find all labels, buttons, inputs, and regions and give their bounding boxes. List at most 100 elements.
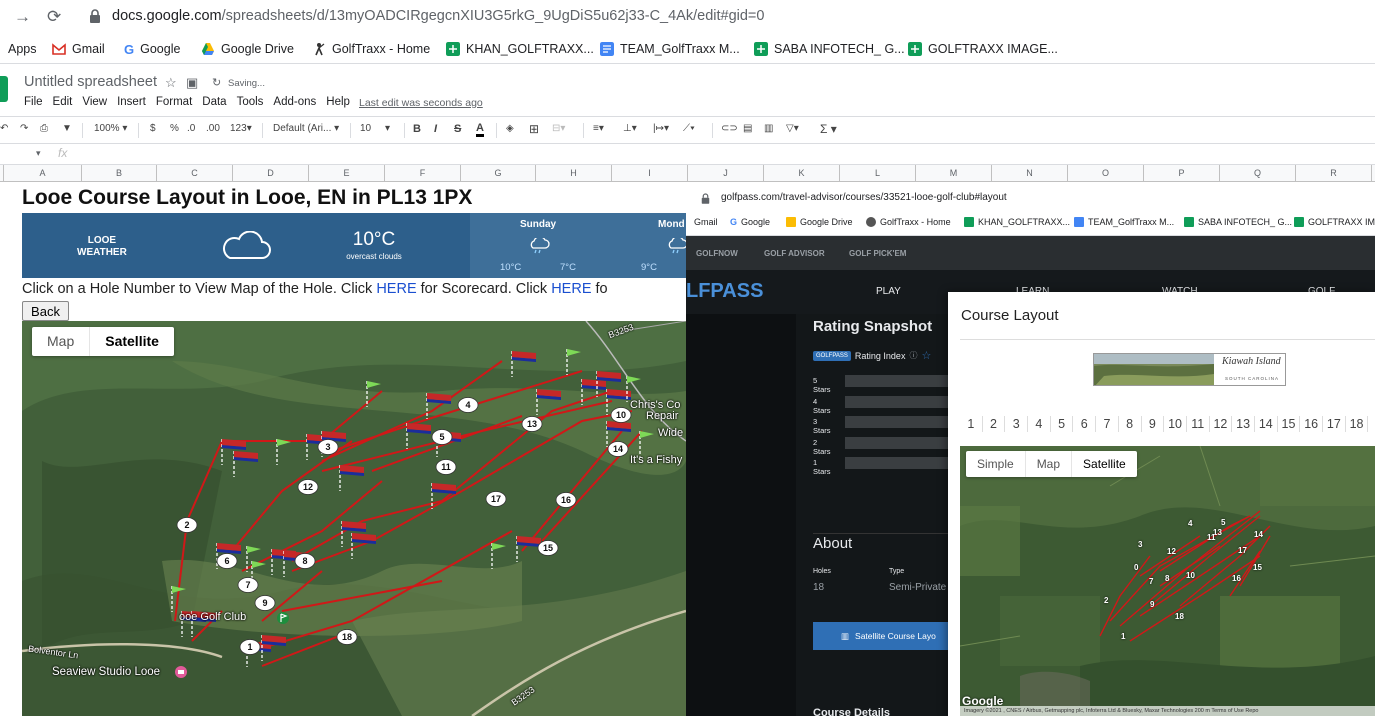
lodging-pin-icon[interactable] — [174, 665, 188, 679]
lock-icon[interactable] — [89, 9, 101, 23]
info-icon[interactable]: ⓘ — [909, 350, 917, 361]
font-size-select[interactable]: 10 ▾ — [360, 123, 390, 134]
popup-hole-number[interactable]: 11 — [1207, 533, 1215, 542]
hole-tab-1[interactable]: 1 — [960, 416, 983, 432]
hole-number-marker[interactable]: 4 — [457, 397, 479, 413]
hole-tab-14[interactable]: 14 — [1255, 416, 1278, 432]
course-map-canvas[interactable]: 123456789101112131415161718 — [22, 321, 686, 716]
insert-comment-icon[interactable]: ▤ — [743, 123, 752, 134]
column-header[interactable]: G — [461, 165, 536, 182]
popup-hole-number[interactable]: 10 — [1186, 571, 1195, 580]
hole-number-marker[interactable]: 17 — [485, 491, 507, 507]
bookmark-google[interactable]: G Google — [124, 40, 180, 58]
gp-bookmark-golftraxx-image[interactable]: GOLFTRAXX IMA — [1294, 217, 1375, 227]
column-header[interactable]: N — [992, 165, 1068, 182]
reload-icon[interactable]: ⟳ — [47, 7, 61, 27]
gp-bookmark-team[interactable]: TEAM_GolfTraxx M... — [1074, 217, 1174, 227]
column-header[interactable]: E — [309, 165, 385, 182]
bookmark-golftraxx-image[interactable]: GOLFTRAXX IMAGE... — [908, 40, 1058, 58]
menu-addons[interactable]: Add-ons — [273, 96, 316, 108]
popup-hole-number[interactable]: 5 — [1221, 518, 1225, 527]
popup-hole-number[interactable]: 12 — [1167, 547, 1176, 556]
insert-chart-icon[interactable]: ▥ — [764, 123, 773, 134]
hole-number-marker[interactable]: 15 — [537, 540, 559, 556]
hole-tab-10[interactable]: 10 — [1164, 416, 1187, 432]
column-header[interactable]: K — [764, 165, 840, 182]
hole-number-marker[interactable]: 5 — [431, 429, 453, 445]
column-header[interactable]: M — [916, 165, 992, 182]
bookmark-gmail[interactable]: Gmail — [52, 40, 105, 58]
popup-hole-number[interactable]: 9 — [1150, 600, 1154, 609]
bookmark-golftraxx-home[interactable]: GolfTraxx - Home — [312, 40, 430, 58]
popup-hole-number[interactable]: 15 — [1253, 563, 1262, 572]
forward-arrow-icon[interactable]: → — [14, 7, 31, 27]
gp-bookmark-saba[interactable]: SABA INFOTECH_ G... — [1184, 217, 1292, 227]
scorecard-link[interactable]: HERE — [376, 281, 416, 297]
hole-tab-17[interactable]: 17 — [1323, 416, 1346, 432]
gp-bookmark-khan[interactable]: KHAN_GOLFTRAXX... — [964, 217, 1070, 227]
hole-tab-16[interactable]: 16 — [1300, 416, 1323, 432]
menu-file[interactable]: File — [24, 96, 43, 108]
hole-number-marker[interactable]: 9 — [254, 595, 276, 611]
hole-number-marker[interactable]: 10 — [610, 407, 632, 423]
hole-number-marker[interactable]: 6 — [216, 553, 238, 569]
insert-link-icon[interactable]: ⊂⊃ — [721, 123, 738, 134]
menu-tools[interactable]: Tools — [237, 96, 264, 108]
move-folder-icon[interactable]: ▣ — [186, 75, 198, 91]
sheets-logo-icon[interactable] — [0, 76, 8, 102]
here-link[interactable]: HERE — [551, 281, 591, 297]
hole-tab-7[interactable]: 7 — [1096, 416, 1119, 432]
popup-hole-number[interactable]: 2 — [1104, 596, 1108, 605]
text-wrap-icon[interactable]: |↦▾ — [653, 123, 669, 134]
paint-format-icon[interactable]: ▼ — [62, 123, 72, 134]
print-icon[interactable]: ⎙ — [40, 123, 48, 134]
zoom-select[interactable]: 100% ▾ — [94, 123, 127, 134]
golfpass-logo[interactable]: LFPASS — [686, 280, 763, 303]
popup-hole-number[interactable]: 8 — [1165, 574, 1169, 583]
font-select[interactable]: Default (Ari... ▾ — [273, 123, 339, 134]
hole-tab-4[interactable]: 4 — [1028, 416, 1051, 432]
simple-view-button[interactable]: Simple — [966, 451, 1025, 477]
column-header[interactable]: D — [233, 165, 309, 182]
golf-pin-icon[interactable] — [276, 611, 290, 625]
strikethrough-icon[interactable]: S — [454, 123, 461, 135]
hole-tab-3[interactable]: 3 — [1005, 416, 1029, 432]
italic-icon[interactable]: I — [434, 123, 437, 135]
column-header[interactable]: O — [1068, 165, 1144, 182]
hole-tab-12[interactable]: 12 — [1210, 416, 1233, 432]
gp-bookmark-gmail[interactable]: Gmail — [694, 217, 718, 227]
popup-hole-number[interactable]: 14 — [1254, 530, 1263, 539]
vertical-align-icon[interactable]: ⊥▾ — [623, 123, 637, 134]
column-header[interactable]: Q — [1220, 165, 1296, 182]
column-header[interactable]: L — [840, 165, 916, 182]
bold-icon[interactable]: B — [413, 123, 421, 135]
hole-number-marker[interactable]: 14 — [607, 441, 629, 457]
column-header[interactable]: J — [688, 165, 764, 182]
satellite-view-button[interactable]: Satellite — [89, 327, 174, 356]
hole-tab-6[interactable]: 6 — [1073, 416, 1097, 432]
popup-hole-number[interactable]: 0 — [1134, 563, 1138, 572]
column-header[interactable]: F — [385, 165, 461, 182]
popup-satellite-map[interactable]: 4 5 13 11 14 3 12 17 0 7 8 10 15 16 2 9 18 1 Simple Map S… — [960, 446, 1375, 716]
satellite-view-button[interactable]: Satellite — [1071, 451, 1137, 477]
popup-hole-number[interactable]: 16 — [1232, 574, 1241, 583]
bookmark-team[interactable]: TEAM_GolfTraxx M... — [600, 40, 740, 58]
hole-tab-11[interactable]: 11 — [1187, 416, 1210, 432]
menu-insert[interactable]: Insert — [117, 96, 146, 108]
merge-cells-icon[interactable]: ⊟▾ — [552, 123, 565, 134]
hole-number-marker[interactable]: 7 — [237, 577, 259, 593]
hole-number-marker[interactable]: 2 — [176, 517, 198, 533]
last-edit-link[interactable]: Last edit was seconds ago — [359, 97, 483, 109]
golfpass-address[interactable]: golfpass.com/travel-advisor/courses/3352… — [721, 192, 1007, 203]
hole-number-marker[interactable]: 1 — [239, 639, 261, 655]
column-header[interactable]: I — [612, 165, 688, 182]
topnav-golfnow[interactable]: GOLFNOW — [696, 249, 738, 258]
popup-hole-number[interactable]: 17 — [1238, 546, 1247, 555]
back-button[interactable]: Back — [22, 301, 69, 321]
satellite-layout-button[interactable]: ▥ Satellite Course Layo — [813, 622, 953, 650]
borders-icon[interactable]: ⊞ — [529, 122, 539, 136]
menu-data[interactable]: Data — [202, 96, 226, 108]
bookmark-apps[interactable]: Apps — [8, 40, 37, 58]
menu-help[interactable]: Help — [326, 96, 350, 108]
text-rotation-icon[interactable]: ⟋▾ — [683, 123, 695, 134]
